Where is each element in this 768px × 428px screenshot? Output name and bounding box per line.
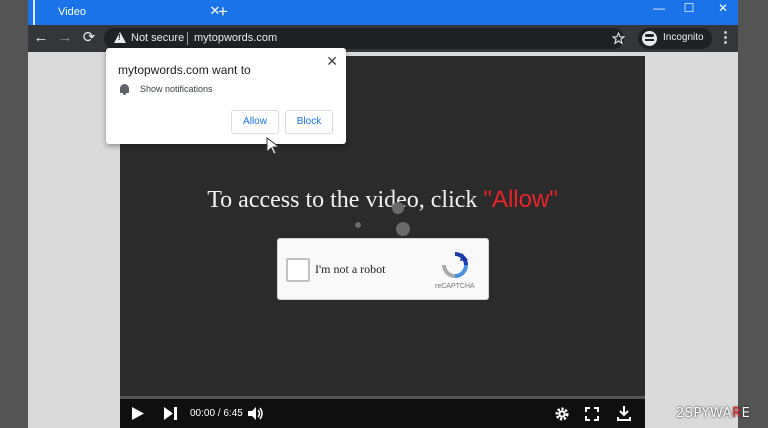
robot-checkbox[interactable] <box>286 258 310 282</box>
tab-strip: Video ✕ + — ☐ ✕ <box>28 0 738 25</box>
play-icon[interactable] <box>132 407 144 420</box>
address-bar[interactable]: Not secure mytopwords.com <box>104 28 625 49</box>
browser-window: Video ✕ + — ☐ ✕ ← → ⟳ Not secure mytopwo… <box>28 0 738 428</box>
spinner-dot <box>355 222 361 228</box>
tab-divider <box>33 0 35 25</box>
incognito-label: Incognito <box>663 32 704 43</box>
incognito-icon <box>642 31 657 46</box>
headline-allow: "Allow" <box>483 186 558 213</box>
bell-icon <box>120 84 129 95</box>
url-text[interactable]: mytopwords.com <box>194 32 277 44</box>
incognito-indicator[interactable]: Incognito <box>638 28 712 49</box>
download-icon[interactable] <box>617 406 631 421</box>
spinner-dot <box>396 222 410 236</box>
spinner-dot <box>392 202 404 214</box>
popup-close-icon[interactable]: ✕ <box>326 53 338 70</box>
allow-button[interactable]: Allow <box>231 110 279 134</box>
new-tab-button[interactable]: + <box>218 2 228 22</box>
player-controls: 00:00 / 6:45 <box>120 399 645 428</box>
close-window-button[interactable]: ✕ <box>708 0 738 20</box>
watermark: 2SPYWARE <box>676 406 750 421</box>
notification-permission-popup: mytopwords.com want to ✕ Show notificati… <box>106 48 346 144</box>
block-button[interactable]: Block <box>285 110 333 134</box>
fullscreen-icon[interactable] <box>585 407 599 421</box>
tab-title: Video <box>58 6 86 18</box>
star-icon[interactable] <box>612 32 625 45</box>
forward-button[interactable]: → <box>56 29 74 47</box>
watermark-prefix: 2SPYWA <box>676 406 733 421</box>
popup-title: mytopwords.com want to <box>118 63 251 77</box>
watermark-accent: R <box>732 406 742 421</box>
watermark-suffix: E <box>741 406 751 421</box>
headline: To access to the video, click "Allow" <box>120 186 645 214</box>
minimize-button[interactable]: — <box>644 0 674 20</box>
security-label[interactable]: Not secure <box>131 32 184 44</box>
maximize-button[interactable]: ☐ <box>674 0 704 20</box>
recaptcha-logo-icon <box>442 252 468 278</box>
omnibox-divider <box>187 32 188 45</box>
warning-icon[interactable] <box>114 32 126 43</box>
recaptcha-brand: reCAPTCHA <box>435 283 475 290</box>
volume-icon[interactable] <box>248 407 264 420</box>
headline-text: To access to the video, click <box>207 187 484 213</box>
reload-button[interactable]: ⟳ <box>80 29 98 47</box>
time-display: 00:00 / 6:45 <box>190 408 243 419</box>
back-button[interactable]: ← <box>32 29 50 47</box>
next-icon[interactable] <box>164 407 177 420</box>
tab-video[interactable]: Video ✕ <box>32 0 220 25</box>
cursor-arrow-icon <box>266 137 281 155</box>
captcha-label: I'm not a robot <box>315 262 386 276</box>
recaptcha-widget: I'm not a robot reCAPTCHA <box>277 238 489 300</box>
settings-gear-icon[interactable] <box>555 407 569 421</box>
menu-icon[interactable]: ⋮ <box>718 29 733 47</box>
permission-text: Show notifications <box>140 84 213 94</box>
